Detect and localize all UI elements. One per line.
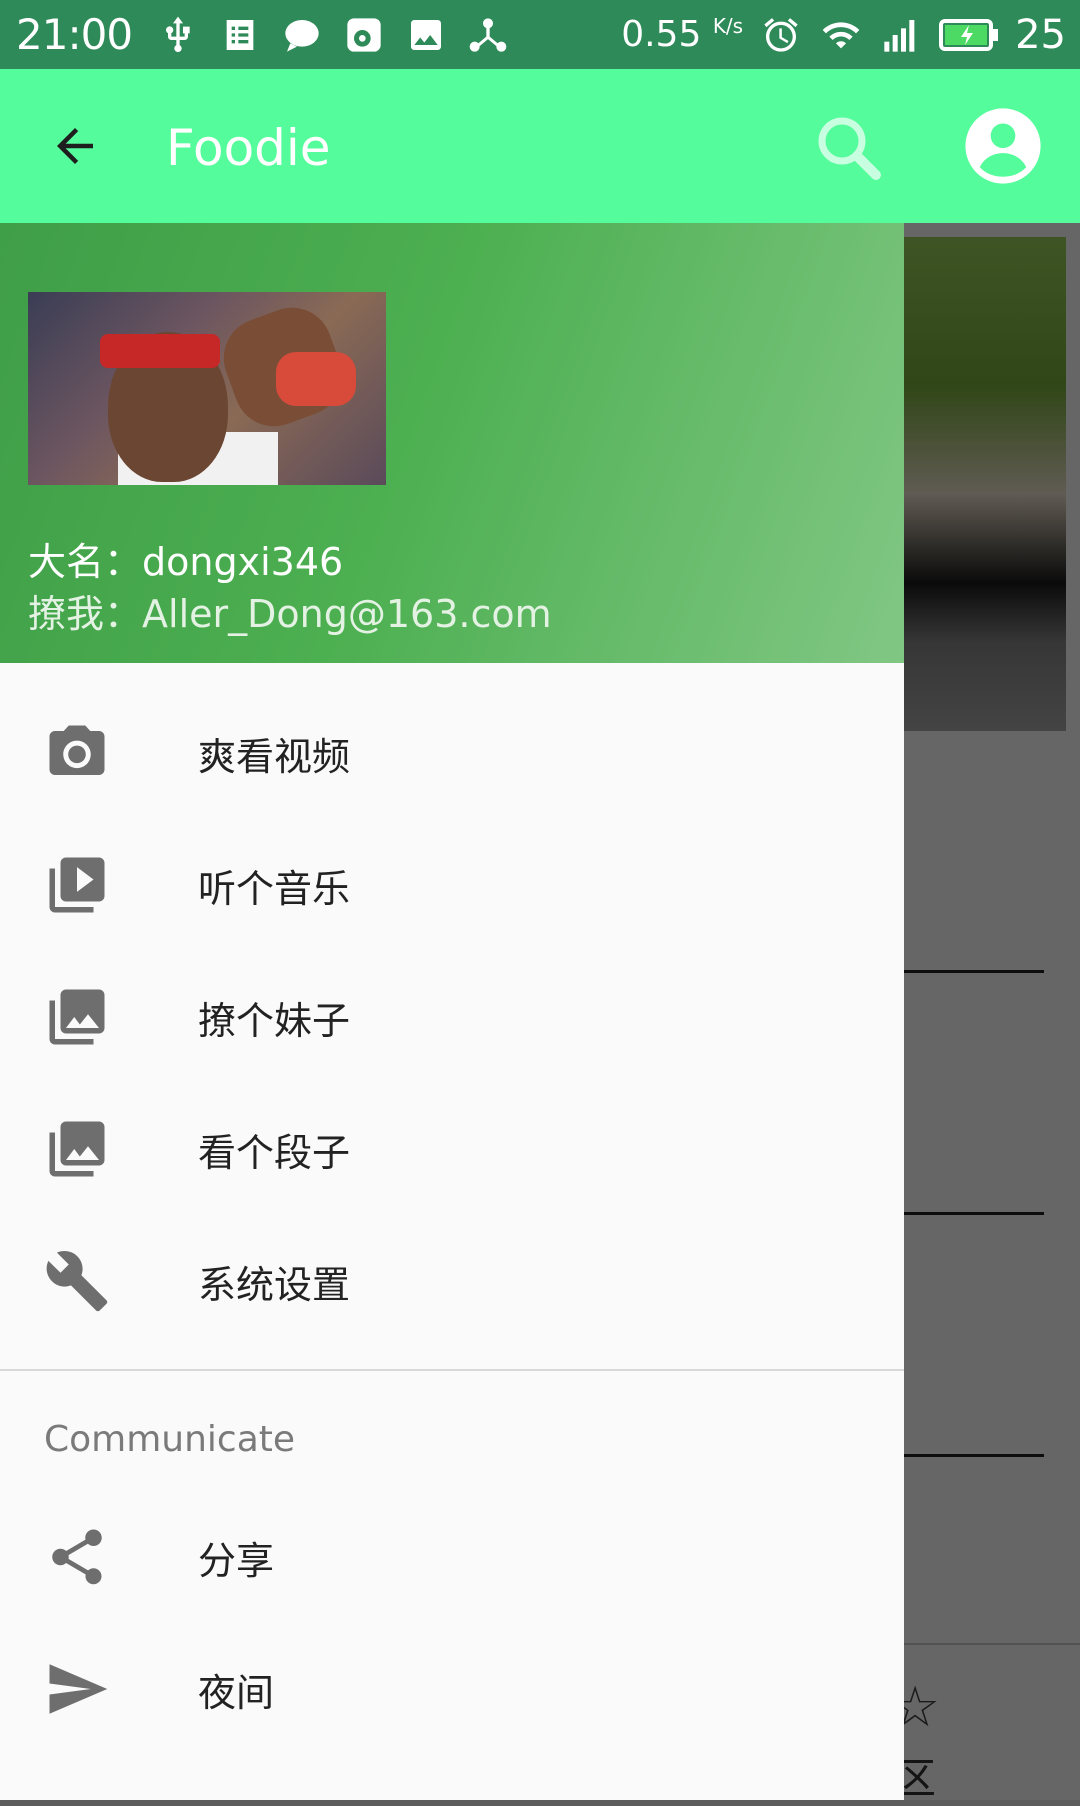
network-speed: 0.55 K/s	[621, 14, 743, 55]
menu-item-music[interactable]: 听个音乐	[0, 819, 904, 951]
menu-item-label: 夜间	[198, 1670, 275, 1715]
user-email-label: 撩我：	[28, 592, 143, 636]
drawer-header: 大名：dongxi346 撩我：Aller_Dong@163.com	[0, 223, 904, 663]
menu-item-jokes[interactable]: 看个段子	[0, 1083, 904, 1215]
search-icon	[818, 117, 881, 180]
status-time: 21:00	[16, 10, 133, 59]
chat-icon	[280, 15, 324, 55]
menu-item-label: 撩个妹子	[198, 998, 351, 1043]
status-bar: 21:00 0.55 K/s 25	[0, 0, 1080, 69]
menu-item-label: 爽看视频	[198, 734, 351, 779]
search-button[interactable]	[810, 109, 890, 189]
menu-item-label: 看个段子	[198, 1130, 351, 1175]
notes-icon	[218, 15, 262, 55]
navigation-drawer: 大名：dongxi346 撩我：Aller_Dong@163.com 爽看视频 …	[0, 223, 904, 1800]
share-network-icon	[466, 15, 510, 55]
profile-photo[interactable]	[28, 292, 386, 485]
share-icon	[44, 1524, 110, 1590]
arrow-back-icon	[57, 128, 93, 164]
account-circle-icon	[965, 108, 1041, 184]
status-system-icons: 0.55 K/s 25	[621, 12, 1066, 58]
account-button[interactable]	[962, 105, 1044, 187]
battery-charging-icon	[939, 15, 999, 55]
battery-level: 25	[1015, 11, 1066, 58]
menu-item-label: 分享	[198, 1538, 275, 1583]
send-icon	[44, 1656, 110, 1722]
wifi-icon	[819, 15, 863, 55]
back-button[interactable]	[40, 114, 110, 178]
user-name-value: dongxi346	[142, 540, 344, 584]
menu-item-settings[interactable]: 系统设置	[0, 1215, 904, 1347]
user-email: 撩我：Aller_Dong@163.com	[28, 583, 552, 638]
drawer-menu: 爽看视频 听个音乐 撩个妹子 看个段子 系统设置 Communicate 分享 …	[0, 663, 904, 1755]
menu-item-night-mode[interactable]: 夜间	[0, 1623, 904, 1755]
user-name-label: 大名：	[28, 540, 143, 584]
weibo-icon	[342, 15, 386, 55]
network-speed-value: 0.55	[621, 14, 702, 55]
app-title: Foodie	[166, 119, 331, 177]
menu-item-girls[interactable]: 撩个妹子	[0, 951, 904, 1083]
usb-icon	[156, 15, 200, 55]
wrench-icon	[44, 1248, 110, 1314]
image-icon	[404, 15, 448, 55]
user-name: 大名：dongxi346	[28, 531, 343, 586]
section-title-communicate: Communicate	[44, 1418, 296, 1460]
alarm-icon	[759, 15, 803, 55]
app-bar: Foodie	[0, 69, 1080, 223]
signal-icon	[879, 15, 923, 55]
camera-icon	[44, 720, 110, 786]
menu-item-videos[interactable]: 爽看视频	[0, 687, 904, 819]
menu-item-share[interactable]: 分享	[0, 1491, 904, 1623]
photo-library-icon	[44, 1116, 110, 1182]
status-notification-icons	[156, 15, 510, 55]
video-library-icon	[44, 852, 110, 918]
menu-item-label: 听个音乐	[198, 866, 351, 911]
user-email-value: Aller_Dong@163.com	[142, 592, 552, 636]
photo-library-icon	[44, 984, 110, 1050]
network-speed-unit: K/s	[712, 14, 744, 38]
menu-item-label: 系统设置	[198, 1262, 351, 1307]
